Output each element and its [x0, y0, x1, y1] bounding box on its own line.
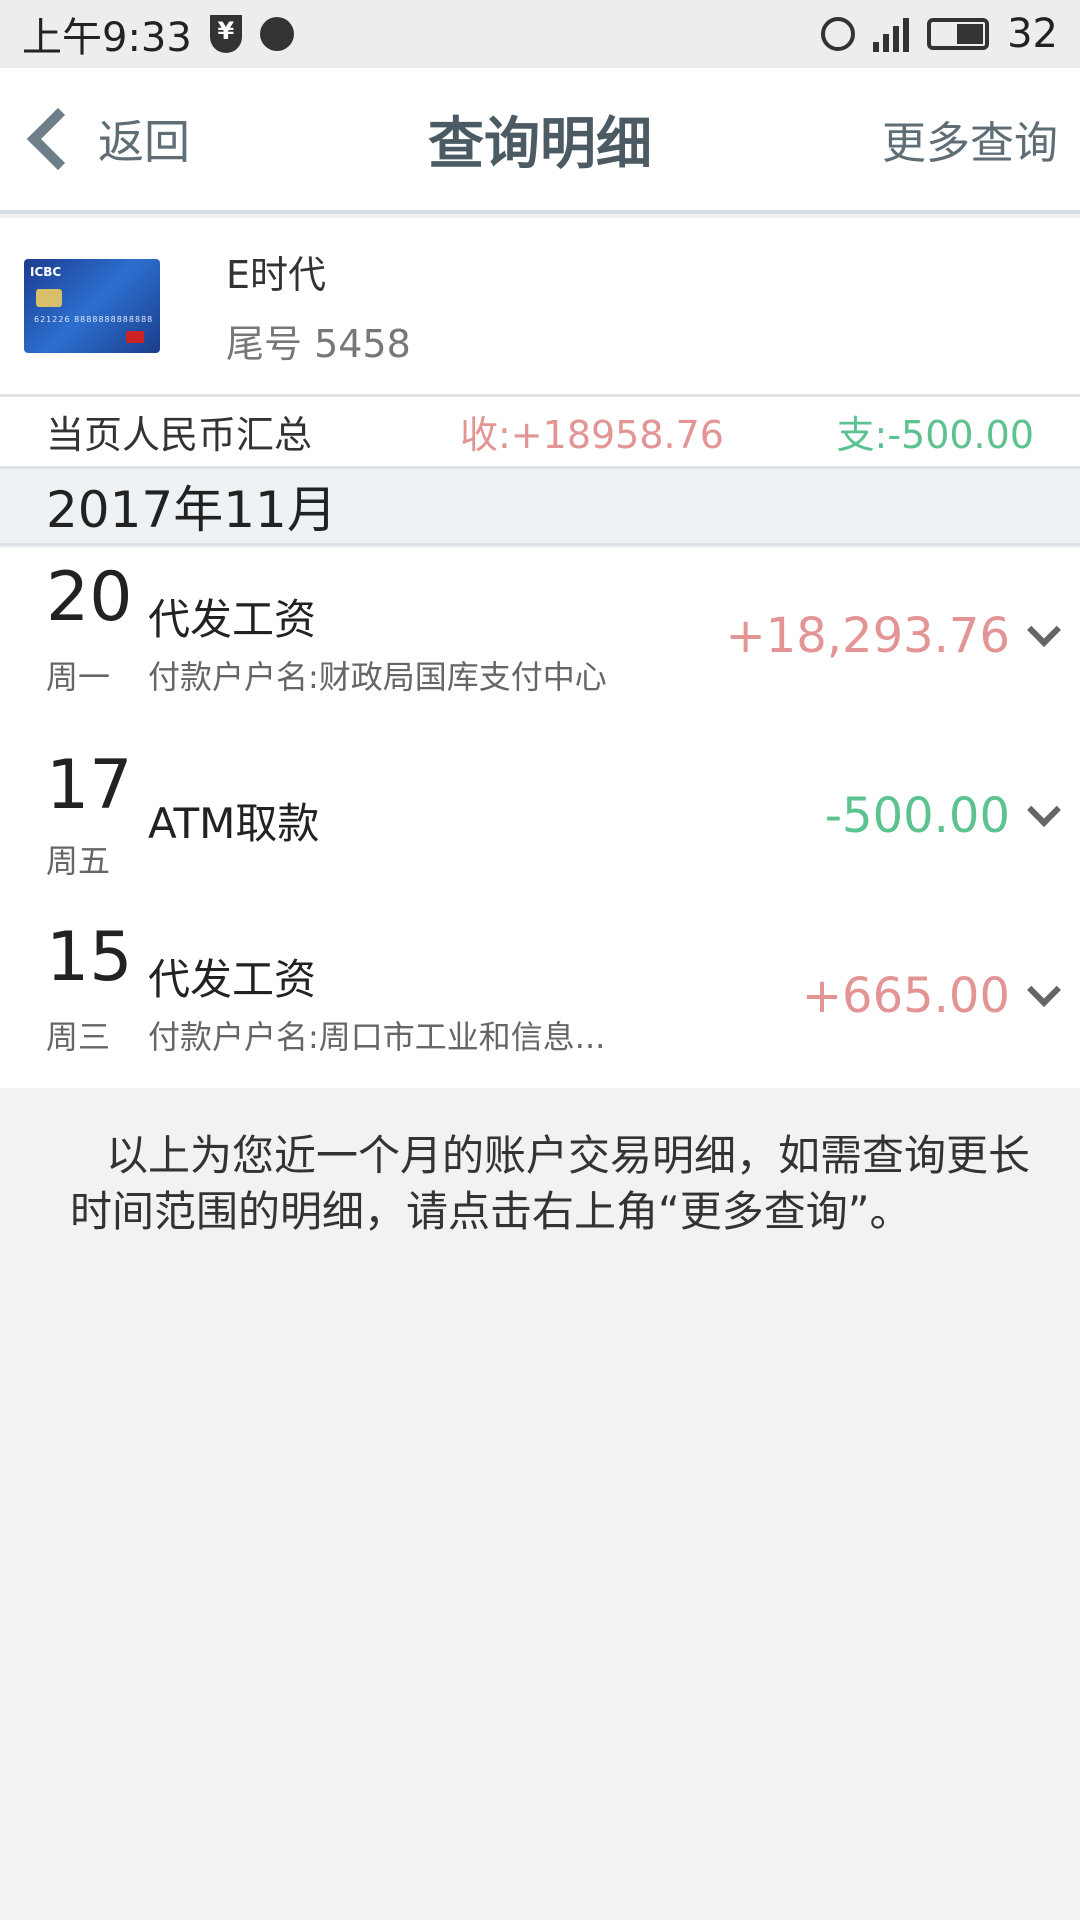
- chevron-left-icon: [26, 107, 90, 171]
- status-left: 上午9:33 ¥: [22, 5, 294, 63]
- summary-income: 收:+18958.76: [460, 413, 724, 457]
- tx-day: 20: [46, 558, 133, 637]
- back-label: 返回: [98, 115, 190, 169]
- summary-label: 当页人民币汇总: [46, 413, 313, 457]
- card-name: E时代: [226, 253, 327, 297]
- tx-amount: -500.00: [824, 788, 1010, 844]
- footer-note: 以上为您近一个月的账户交易明细，如需查询更长时间范围的明细，请点击右上角“更多查…: [70, 1131, 1031, 1236]
- tx-weekday: 周三: [46, 1018, 111, 1056]
- battery-icon: [927, 18, 990, 50]
- unionpay-logo-icon: [126, 331, 144, 343]
- card-chip-icon: [36, 289, 62, 307]
- transaction-row[interactable]: 15 周三 代发工资 付款户户名:周口市工业和信息... +665.00: [0, 908, 1080, 1088]
- tx-subtitle: 付款户户名:财政局国库支付中心: [148, 658, 607, 696]
- tx-day: 15: [46, 918, 133, 997]
- battery-level: 32: [1007, 11, 1058, 57]
- card-image-number: 621226 8888888888888: [34, 315, 154, 324]
- chevron-down-icon[interactable]: [1027, 793, 1061, 827]
- tx-amount: +665.00: [801, 968, 1010, 1024]
- chevron-down-icon[interactable]: [1027, 973, 1061, 1007]
- app-status-icon: [259, 17, 294, 51]
- account-card[interactable]: ICBC 621226 8888888888888 E时代 尾号 5458: [0, 218, 1080, 394]
- back-button[interactable]: 返回: [0, 106, 190, 172]
- card-brand: ICBC: [30, 265, 62, 279]
- tx-title: 代发工资: [148, 955, 317, 1004]
- card-text: E时代 尾号 5458: [226, 244, 411, 368]
- summary-row: 当页人民币汇总 收:+18958.76 支:-500.00: [0, 394, 1080, 466]
- shield-yen-icon: ¥: [209, 15, 242, 53]
- month-label: 2017年11月: [46, 481, 337, 539]
- tx-title: 代发工资: [148, 595, 317, 644]
- card-tail-number: 尾号 5458: [226, 322, 411, 366]
- bank-card-image: ICBC 621226 8888888888888: [24, 259, 160, 353]
- nav-bar: 返回 查询明细 更多查询: [0, 68, 1080, 214]
- summary-expense: 支:-500.00: [836, 413, 1034, 457]
- alarm-icon: [821, 17, 856, 51]
- status-right: 32: [821, 11, 1058, 57]
- tx-day: 17: [46, 746, 133, 825]
- transaction-list: 20 周一 代发工资 付款户户名:财政局国库支付中心 +18,293.76 17…: [0, 548, 1080, 1088]
- month-header: 2017年11月: [0, 466, 1080, 546]
- more-query-button[interactable]: 更多查询: [882, 107, 1080, 171]
- tx-subtitle: 付款户户名:周口市工业和信息...: [148, 1018, 606, 1056]
- chevron-down-icon[interactable]: [1027, 613, 1061, 647]
- status-time: 上午9:33: [22, 15, 192, 61]
- transaction-row[interactable]: 17 周五 ATM取款 -500.00: [0, 728, 1080, 908]
- tx-amount: +18,293.76: [725, 608, 1010, 664]
- signal-4g-icon: [873, 16, 910, 52]
- tx-weekday: 周一: [46, 658, 111, 696]
- status-bar: 上午9:33 ¥ 32: [0, 0, 1080, 68]
- tx-weekday: 周五: [46, 842, 111, 880]
- tx-title: ATM取款: [148, 799, 320, 848]
- transaction-row[interactable]: 20 周一 代发工资 付款户户名:财政局国库支付中心 +18,293.76: [0, 548, 1080, 728]
